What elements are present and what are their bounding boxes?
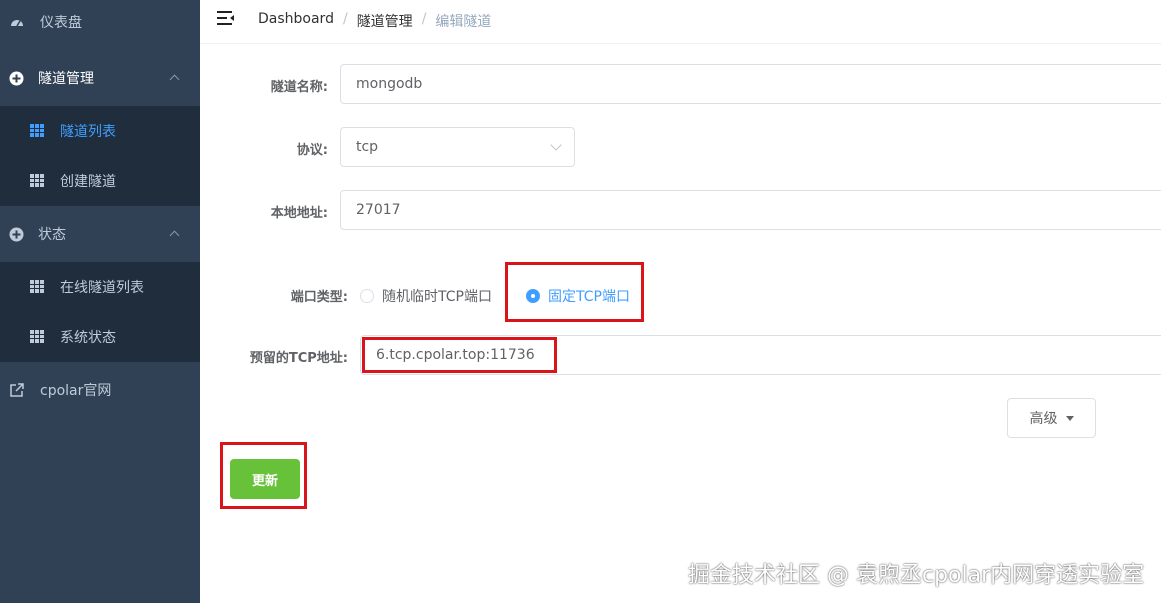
sidebar-item-status[interactable]: 状态 — [0, 212, 200, 256]
reserved-address-label: 预留的TCP地址: — [249, 351, 348, 366]
circle-plus-icon — [9, 227, 24, 242]
external-link-icon — [10, 383, 24, 397]
sidebar-item-system-status[interactable]: 系统状态 — [0, 312, 200, 362]
breadcrumb-current: 编辑隧道 — [435, 14, 492, 30]
breadcrumb-separator: / — [421, 11, 427, 27]
radio-label: 随机临时TCP端口 — [382, 289, 492, 305]
sidebar-item-dashboard[interactable]: 仪表盘 — [0, 0, 200, 44]
sidebar-item-label: 仪表盘 — [40, 15, 82, 31]
chevron-down-icon — [550, 139, 562, 151]
breadcrumb-separator: / — [342, 11, 348, 27]
sidebar-item-label: cpolar官网 — [40, 383, 112, 399]
breadcrumb-home[interactable]: Dashboard — [258, 11, 334, 31]
circle-plus-icon — [9, 71, 24, 86]
dashboard-icon — [11, 20, 23, 27]
highlight-box — [505, 262, 644, 322]
sidebar-item-tunnel-list[interactable]: 隧道列表 — [0, 106, 200, 156]
tunnel-name-input[interactable]: mongodb — [340, 64, 1161, 104]
sidebar-item-label: 隧道管理 — [38, 71, 94, 87]
sidebar-item-label: 在线隧道列表 — [60, 280, 144, 296]
protocol-label: 协议: — [296, 143, 328, 158]
chevron-up-icon[interactable] — [169, 230, 180, 241]
sidebar-item-online-tunnels[interactable]: 在线隧道列表 — [0, 262, 200, 312]
advanced-button[interactable]: 高级 — [1007, 398, 1096, 438]
local-address-value: 27017 — [356, 202, 401, 218]
radio-random-port[interactable]: 随机临时TCP端口 — [360, 286, 492, 306]
highlight-box — [220, 442, 307, 509]
sidebar-item-label: 系统状态 — [60, 330, 116, 346]
protocol-value: tcp — [356, 139, 379, 155]
local-address-input[interactable]: 27017 — [340, 190, 1161, 230]
chevron-up-icon[interactable] — [169, 74, 180, 85]
caret-down-icon — [1065, 415, 1074, 421]
sidebar-item-cpolar-website[interactable]: cpolar官网 — [0, 368, 200, 412]
port-type-label: 端口类型: — [290, 290, 348, 305]
advanced-button-label: 高级 — [1029, 411, 1058, 427]
sidebar-item-label: 状态 — [38, 227, 66, 243]
radio-unchecked-icon — [360, 289, 374, 303]
table-icon — [30, 174, 44, 187]
menu-toggle-icon[interactable] — [217, 11, 234, 25]
sidebar: 仪表盘 隧道管理 隧道列表 创建隧道 状态 在线隧道列表 系统状态 cpolar… — [0, 0, 200, 603]
table-icon — [30, 280, 44, 293]
sidebar-item-label: 隧道列表 — [60, 124, 116, 140]
protocol-select[interactable]: tcp — [340, 127, 575, 167]
table-icon — [30, 124, 44, 137]
tunnel-name-value: mongodb — [356, 76, 423, 92]
tunnel-name-label: 隧道名称: — [270, 80, 328, 95]
sidebar-item-create-tunnel[interactable]: 创建隧道 — [0, 156, 200, 206]
sidebar-item-label: 创建隧道 — [60, 174, 116, 190]
topbar: Dashboard / 隧道管理 / 编辑隧道 — [200, 0, 1161, 44]
table-icon — [30, 330, 44, 343]
breadcrumb-section[interactable]: 隧道管理 — [357, 11, 413, 31]
breadcrumb: Dashboard / 隧道管理 / 编辑隧道 — [258, 11, 491, 31]
local-address-label: 本地地址: — [270, 206, 328, 221]
sidebar-item-tunnel-management[interactable]: 隧道管理 — [0, 56, 200, 100]
highlight-box — [362, 337, 557, 373]
watermark: 掘金技术社区 @ 袁煦丞cpolar内网穿透实验室 — [688, 563, 1145, 588]
